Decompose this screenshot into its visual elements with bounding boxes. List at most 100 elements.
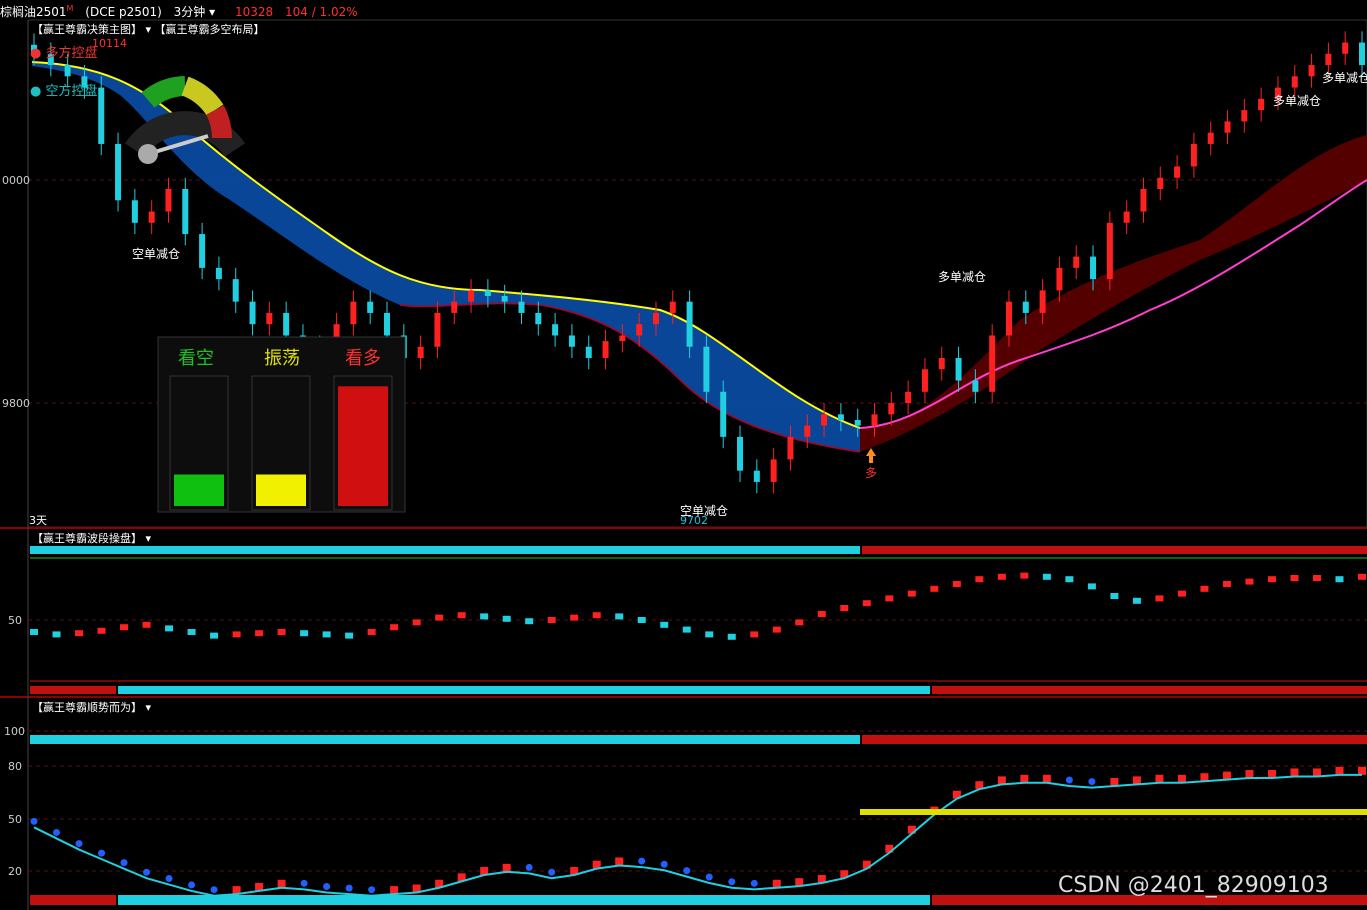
candle-body	[905, 391, 912, 404]
price-change: 104 / 1.02%	[284, 5, 358, 19]
wave-bar	[862, 600, 871, 607]
wave-bar	[592, 612, 601, 619]
trend-dot	[345, 884, 353, 892]
period-selector[interactable]: 3分钟 ▾	[174, 5, 215, 19]
wave-bar	[97, 627, 106, 634]
trend-bar	[277, 879, 286, 888]
short-reduce-label: 空单减仓	[132, 247, 181, 261]
candle-body	[938, 358, 945, 370]
wave-bar	[1222, 581, 1231, 587]
wave-bar	[795, 619, 804, 626]
trend-dot	[323, 883, 331, 891]
y-tick-9800: 9800	[2, 397, 30, 410]
symbol-name[interactable]: 棕榈油2501M	[0, 4, 73, 19]
candle-body	[215, 267, 222, 280]
candle-body	[652, 312, 659, 325]
candle-body	[955, 358, 962, 381]
y-tick-trend-100: 100	[4, 725, 25, 738]
candle-body	[115, 143, 122, 201]
trend-bottom-strip-bear	[118, 895, 930, 905]
long-reduce-label-2: 多单减仓	[1273, 94, 1322, 108]
candle-body	[1140, 189, 1147, 212]
wave-bar	[525, 618, 534, 625]
trend-panel-title[interactable]: 【赢王尊霸顺势而为】 ▾	[32, 699, 151, 715]
day-label: 3天	[29, 514, 47, 527]
candle-body	[148, 211, 155, 223]
wave-bars-group	[30, 572, 1366, 640]
ribbon-bull	[860, 135, 1367, 452]
trend-dot	[143, 868, 151, 876]
candle-body	[199, 234, 206, 268]
candle-body	[1073, 256, 1080, 268]
trend-dot	[188, 881, 196, 889]
candle-body	[568, 335, 575, 347]
gauge-neutral-fill	[256, 474, 306, 506]
wave-bar	[682, 626, 691, 633]
candle-body	[1207, 132, 1214, 144]
trend-bar	[1020, 774, 1029, 783]
wave-panel-title[interactable]: 【赢王尊霸波段操盘】 ▾	[32, 530, 151, 546]
wave-bar	[210, 632, 219, 639]
trend-dot	[728, 878, 736, 886]
main-panel-title[interactable]: 【赢王尊霸决策主图】 ▾ 【赢王尊霸多空布局】	[32, 21, 265, 37]
candle-body	[1258, 98, 1265, 111]
trend-dot	[210, 886, 218, 894]
wave-bar	[187, 629, 196, 635]
last-price: 10328	[234, 5, 274, 19]
trend-dot	[75, 840, 83, 848]
wave-bar	[930, 585, 939, 592]
candle-body	[367, 301, 374, 313]
wave-bar	[547, 617, 556, 623]
wave-top-strip-bear	[30, 546, 860, 554]
trend-dot	[30, 817, 38, 825]
candle-body	[989, 335, 996, 392]
wave-bar	[322, 631, 331, 638]
candle-body	[283, 312, 290, 336]
wave-bar	[660, 621, 669, 628]
trend-bar	[1358, 766, 1366, 775]
trend-dot	[638, 857, 646, 865]
candle-body	[854, 419, 861, 426]
y-tick-trend-20: 20	[8, 865, 22, 878]
top-info-bar: 棕榈油2501M (DCE p2501) 3分钟 ▾ 10328 104 / 1…	[0, 0, 1367, 19]
candle-body	[602, 341, 609, 358]
wave-bar	[615, 613, 624, 620]
wave-bar	[1020, 572, 1029, 579]
wave-bottom-strip-bull-2	[932, 686, 1367, 694]
candle-body	[804, 425, 811, 437]
candle-body	[266, 312, 273, 325]
wave-bar	[705, 631, 714, 638]
main-title2-text: 【赢王尊霸多空布局】	[154, 23, 265, 36]
candle-body	[1241, 110, 1248, 122]
wave-bar	[277, 629, 286, 635]
trend-bar	[1042, 774, 1051, 783]
wave-bar	[1290, 575, 1299, 581]
candle-body	[619, 335, 626, 342]
wave-top-strip-bull	[862, 546, 1367, 554]
y-tick-trend-50: 50	[8, 813, 22, 826]
candle-body	[837, 414, 844, 420]
wave-bar	[480, 613, 489, 620]
wave-bar	[817, 611, 826, 617]
gauge-bear-label: 看空	[178, 348, 214, 369]
gauge-bull-fill	[338, 386, 388, 506]
trend-dot	[548, 868, 556, 876]
candle-body	[165, 189, 172, 212]
candle-body	[1005, 301, 1012, 336]
high-label: 10114	[92, 37, 127, 50]
trend-dot	[53, 828, 61, 836]
legend-bull: ● 多方控盘	[30, 46, 98, 61]
wave-bar	[1110, 593, 1119, 599]
trend-dot	[120, 859, 128, 867]
candle-body	[585, 346, 592, 358]
trend-bar	[502, 863, 511, 872]
trend-title-text: 【赢王尊霸顺势而为】	[32, 701, 142, 714]
candle-body	[535, 312, 542, 325]
candle-body	[232, 279, 239, 302]
trend-dot	[98, 849, 106, 857]
y-tick-trend-80: 80	[8, 760, 22, 773]
trend-bar	[1335, 766, 1344, 775]
trend-yellow-strip	[860, 809, 1367, 815]
trend-dot	[660, 860, 668, 868]
candle-body	[350, 301, 357, 325]
